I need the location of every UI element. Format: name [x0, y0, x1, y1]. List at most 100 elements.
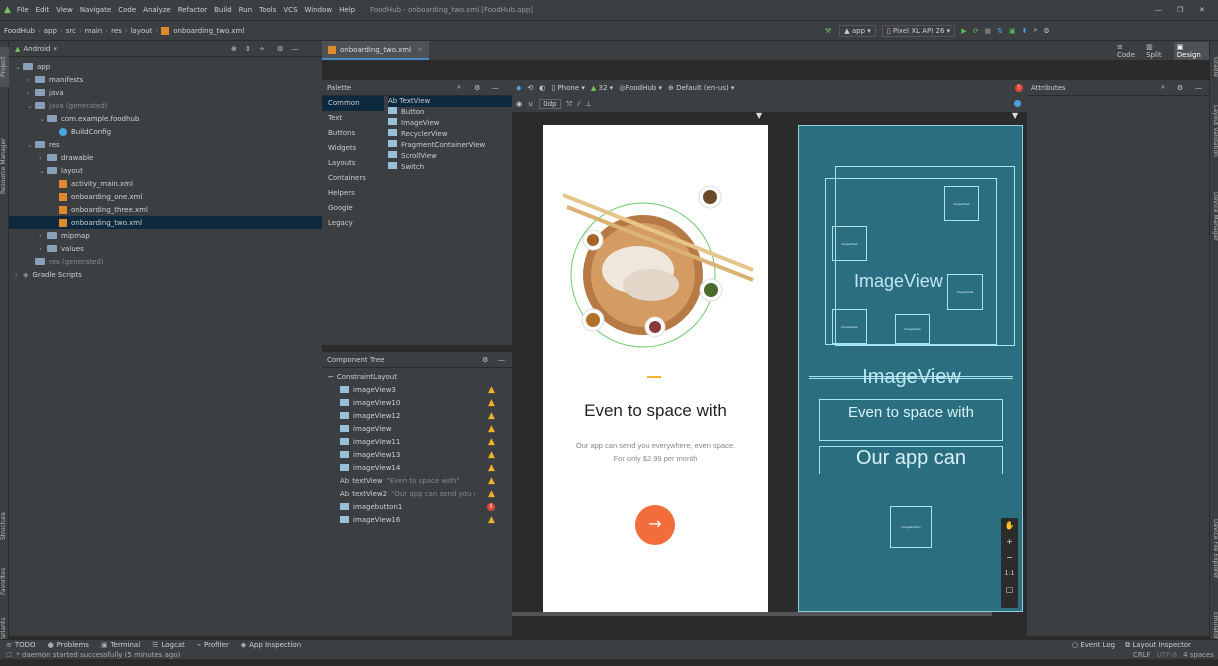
project-tree-item[interactable]: › manifests — [9, 73, 322, 86]
hide-attributes-icon[interactable]: — — [1195, 84, 1202, 92]
hide-tree-icon[interactable]: — — [498, 356, 505, 364]
component-tree-item[interactable]: Ab textView "Even to space with" ▲ — [328, 474, 512, 487]
hide-palette-icon[interactable]: — — [492, 84, 499, 92]
component-tree-item[interactable]: imageView3 ▲ — [328, 383, 512, 396]
warning-icon[interactable]: ▲ — [488, 437, 495, 447]
palette-category[interactable]: Google — [322, 201, 384, 216]
close-tab-icon[interactable]: ✕ — [417, 46, 423, 54]
warning-icon[interactable]: ▲ — [488, 411, 495, 421]
project-tree-item[interactable]: res (generated) — [9, 255, 322, 268]
project-tree-item[interactable]: ⌄ layout — [9, 164, 322, 177]
pan-hand-icon[interactable]: ✋ — [1001, 518, 1018, 534]
night-mode-icon[interactable]: ◐ — [539, 84, 545, 92]
search-icon[interactable]: ⌕ — [1161, 83, 1165, 92]
breadcrumb-item[interactable]: onboarding_two.xml — [173, 27, 244, 35]
gear-icon[interactable]: ⚙ — [482, 356, 488, 364]
warning-icon[interactable]: ▲ — [488, 476, 495, 486]
layout-inspector-button[interactable]: ⧉ Layout Inspector — [1125, 641, 1191, 650]
warning-icon[interactable]: ▲ — [488, 398, 495, 408]
todo-tool-button[interactable]: ≡ TODO — [6, 641, 36, 649]
menu-build[interactable]: Build — [214, 6, 232, 14]
chevron-right-icon[interactable]: › — [27, 89, 35, 97]
palette-category[interactable]: Text — [322, 111, 384, 126]
project-tree-item[interactable]: › ◈ Gradle Scripts — [9, 268, 322, 281]
blueprint-image-view-d[interactable]: ImageView — [832, 309, 867, 344]
component-tree-item[interactable]: imageView ▲ — [328, 422, 512, 435]
chevron-right-icon[interactable]: › — [39, 154, 47, 162]
gear-icon[interactable]: ⚙ — [1177, 84, 1183, 92]
warning-icon[interactable]: ▲ — [488, 450, 495, 460]
palette-category[interactable]: Helpers — [322, 186, 384, 201]
layout-validation-tool-tab[interactable]: Layout Validation — [1210, 91, 1218, 171]
chevron-down-icon[interactable]: ⌄ — [15, 63, 23, 71]
app-inspection-tool-button[interactable]: ◆ App Inspection — [241, 641, 301, 649]
warning-icon[interactable]: ▲ — [488, 489, 495, 499]
warning-icon[interactable]: ▲ — [488, 463, 495, 473]
blueprint-preview[interactable]: ImageView ImageView ImageView ImageView … — [798, 125, 1023, 612]
hide-panel-icon[interactable]: — — [292, 45, 299, 53]
view-options-icon[interactable]: ◉ — [516, 100, 522, 108]
indent-select[interactable]: 4 spaces — [1183, 651, 1214, 659]
resource-manager-tool-tab[interactable]: Resource Manager — [0, 121, 9, 211]
component-tree-item[interactable]: imagebutton1! — [328, 500, 512, 513]
project-tree-item[interactable]: BuildConfig — [9, 125, 322, 138]
locate-icon[interactable]: ⊕ — [231, 45, 237, 53]
default-margin-select[interactable]: 0dp — [539, 99, 561, 109]
project-tree-item[interactable]: › drawable — [9, 151, 322, 164]
breadcrumb-item[interactable]: app — [44, 27, 57, 35]
warning-icon[interactable]: ▲ — [488, 515, 495, 525]
phone-preview[interactable]: Even to space with Our app can send you … — [543, 125, 768, 612]
project-tree-item[interactable]: ⌄ com.example.foodhub — [9, 112, 322, 125]
component-tree-item[interactable]: imageView10 ▲ — [328, 396, 512, 409]
code-mode-button[interactable]: ≡ Code — [1117, 43, 1140, 59]
project-tree-item[interactable]: activity_main.xml — [9, 177, 322, 190]
menu-edit[interactable]: Edit — [36, 6, 50, 14]
gradle-tool-tab[interactable]: Gradle — [1210, 47, 1218, 87]
event-log-button[interactable]: ○ Event Log — [1072, 641, 1115, 649]
palette-category[interactable]: Buttons — [322, 126, 384, 141]
menu-help[interactable]: Help — [339, 6, 355, 14]
project-tree-item[interactable]: › java — [9, 86, 322, 99]
palette-item[interactable]: ImageView — [388, 118, 512, 129]
collapse-all-icon[interactable]: ÷ — [259, 45, 265, 53]
fit-screen-icon[interactable]: ▢ — [1001, 582, 1018, 598]
blueprint-image-view-c[interactable]: ImageView — [947, 274, 983, 310]
sdk-manager-icon[interactable]: ⬇ — [1022, 27, 1028, 35]
locale-select[interactable]: ⊕ Default (en-us) ▾ — [668, 84, 734, 92]
horizontal-scrollbar[interactable] — [512, 612, 992, 616]
terminal-tool-button[interactable]: ▣ Terminal — [101, 641, 140, 649]
project-tree-item[interactable]: ⌄ java (generated) — [9, 99, 322, 112]
stop-icon[interactable]: ■ — [984, 27, 991, 35]
magnet-icon[interactable]: ∪ — [528, 100, 533, 108]
error-icon[interactable]: ! — [487, 502, 495, 511]
split-mode-button[interactable]: ▥ Split — [1146, 43, 1168, 59]
breadcrumb-item[interactable]: res — [111, 27, 122, 35]
menu-analyze[interactable]: Analyze — [143, 6, 171, 14]
structure-tool-tab[interactable]: Structure — [0, 501, 9, 551]
project-tree-item[interactable]: › values — [9, 242, 322, 255]
component-tree-item[interactable]: imageView16 ▲ — [328, 513, 512, 526]
breadcrumb-item[interactable]: FoodHub — [4, 27, 35, 35]
palette-item[interactable]: ScrollView — [388, 151, 512, 162]
menu-vcs[interactable]: VCS — [283, 6, 297, 14]
phone-select[interactable]: ▯ Phone ▾ — [551, 84, 585, 92]
blueprint-image-view-a[interactable]: ImageView — [832, 226, 867, 261]
component-tree-item[interactable]: imageView11 ▲ — [328, 435, 512, 448]
logcat-tool-button[interactable]: ☰ Logcat — [152, 641, 185, 649]
hammer-icon[interactable]: ⚒ — [825, 27, 831, 35]
chevron-down-icon[interactable]: ⌄ — [39, 167, 47, 175]
menu-run[interactable]: Run — [239, 6, 252, 14]
next-button[interactable]: → — [635, 505, 675, 545]
menu-code[interactable]: Code — [118, 6, 136, 14]
blueprint-image-button[interactable]: imageButton — [890, 506, 932, 548]
infer-constraints-icon[interactable]: ⁄ — [578, 100, 579, 108]
design-surface-icon[interactable]: ◆ — [516, 84, 521, 92]
project-view-select[interactable]: Android — [23, 45, 50, 53]
design-mode-button[interactable]: ▣ Design — [1173, 41, 1209, 60]
settings-icon[interactable]: ⚙ — [1043, 27, 1049, 35]
blueprint-textview-title[interactable]: Even to space with — [819, 399, 1003, 441]
blueprint-image-view-e[interactable]: ImageView — [895, 314, 930, 344]
chevron-down-icon[interactable]: ⌄ — [27, 102, 35, 110]
close-window-button[interactable]: ✕ — [1199, 6, 1205, 14]
menu-refactor[interactable]: Refactor — [178, 6, 207, 14]
